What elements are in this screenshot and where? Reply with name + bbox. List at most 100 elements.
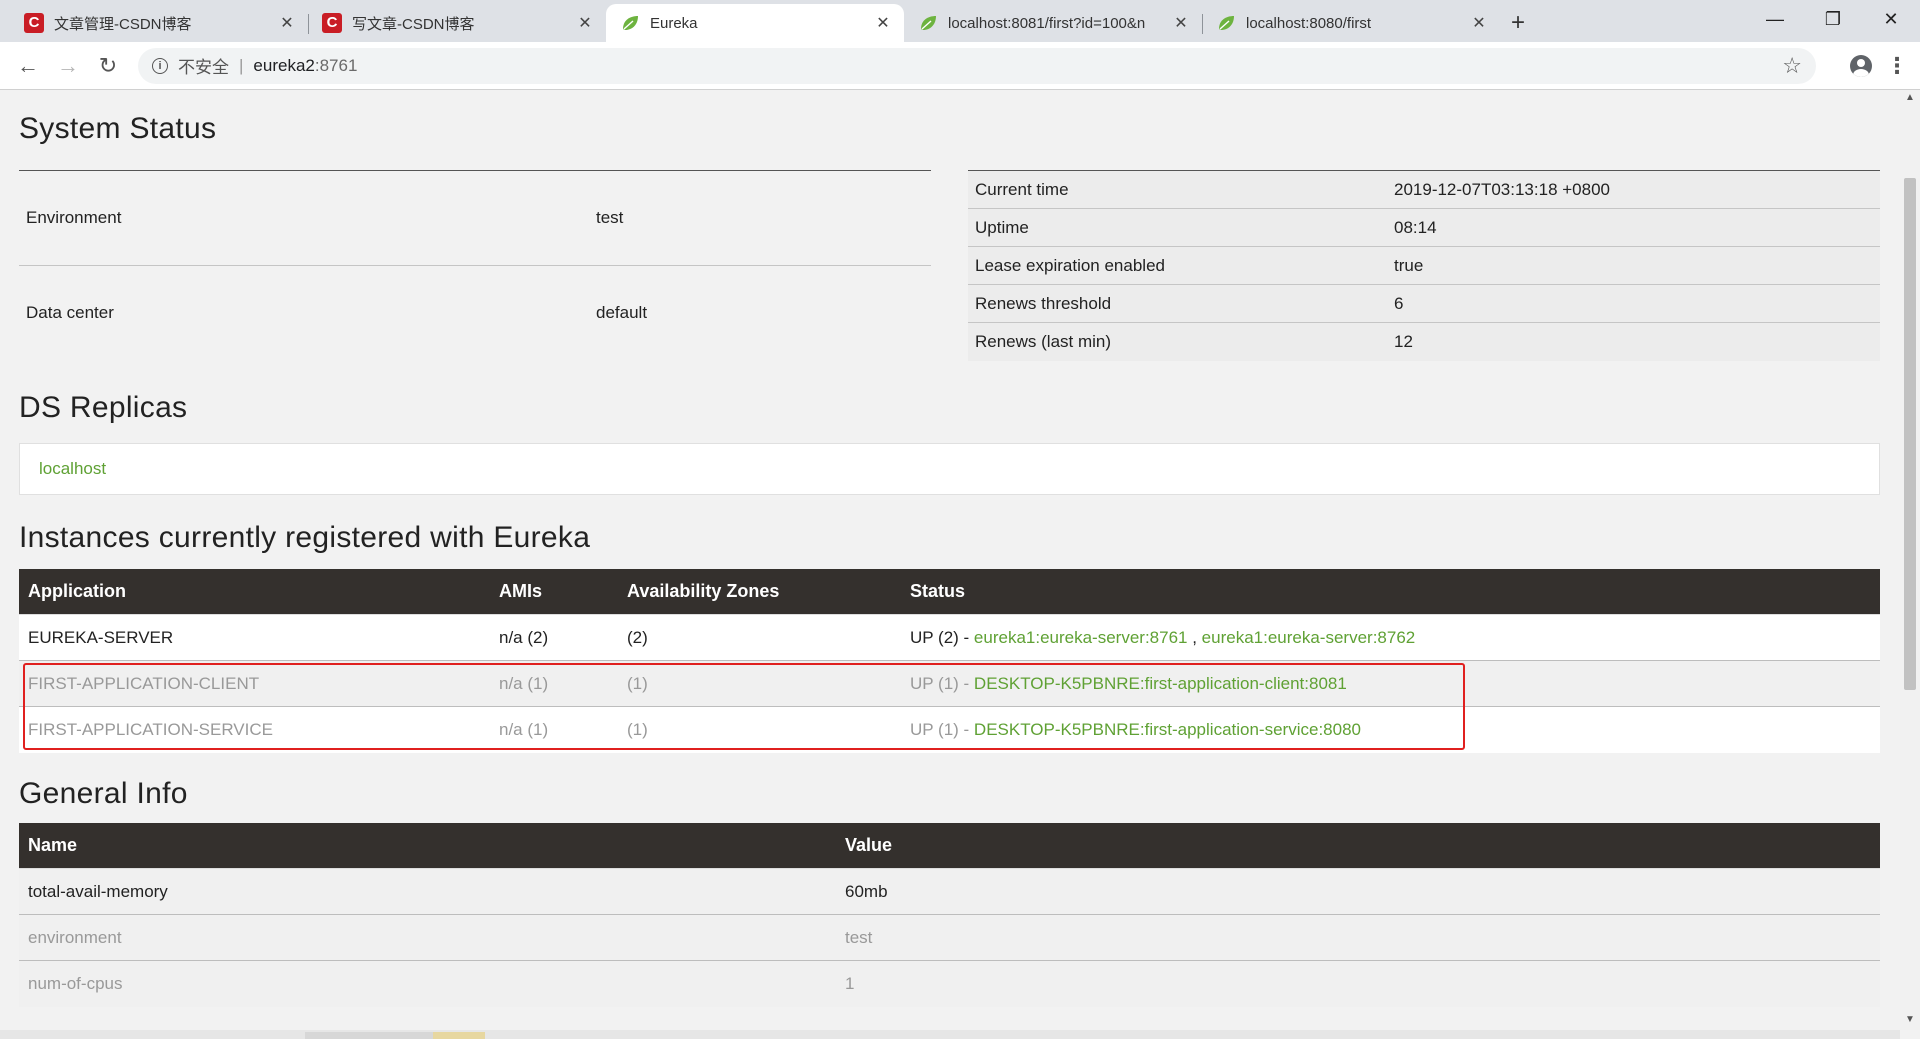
- tab-title: localhost:8080/first: [1246, 14, 1372, 32]
- forward-arrow-icon[interactable]: →: [48, 46, 88, 86]
- tab-title: 写文章-CSDN博客: [352, 15, 475, 33]
- minimize-icon[interactable]: —: [1746, 0, 1804, 38]
- tab-localhost-8081[interactable]: localhost:8081/first?id=100&n ✕: [904, 4, 1202, 42]
- instance-link[interactable]: DESKTOP-K5PBNRE:first-application-client…: [974, 674, 1347, 693]
- column-header: AMIs: [490, 568, 618, 615]
- status-key: Renews threshold: [968, 284, 1387, 323]
- status-key: Lease expiration enabled: [968, 246, 1387, 285]
- back-arrow-icon[interactable]: ←: [8, 46, 48, 86]
- zones-value: (1): [618, 660, 901, 707]
- table-row: num-of-cpus 1: [19, 960, 1880, 1007]
- scrollbar-thumb[interactable]: [305, 1032, 435, 1039]
- table-row: environment test: [19, 914, 1880, 961]
- status-cell: UP (1) - DESKTOP-K5PBNRE:first-applicati…: [901, 660, 1880, 707]
- address-bar[interactable]: i 不安全 | eureka2:8761 ☆: [138, 47, 1816, 84]
- info-name: environment: [19, 914, 836, 961]
- system-status-right-table: Current time 2019-12-07T03:13:18 +0800 U…: [968, 170, 1880, 361]
- url-separator: |: [239, 55, 244, 75]
- horizontal-scrollbar[interactable]: [0, 1030, 1900, 1039]
- status-value: true: [1387, 246, 1880, 285]
- table-row: Current time 2019-12-07T03:13:18 +0800: [968, 170, 1880, 209]
- spring-leaf-icon: [1216, 13, 1236, 33]
- table-row: Uptime 08:14: [968, 208, 1880, 247]
- general-info-title: General Info: [19, 776, 188, 810]
- tab-write-article[interactable]: C 写文章-CSDN博客 ✕: [308, 4, 606, 42]
- instance-link[interactable]: DESKTOP-K5PBNRE:first-application-servic…: [974, 720, 1361, 739]
- restore-icon[interactable]: ❐: [1804, 0, 1862, 38]
- tab-title: Eureka: [650, 14, 698, 32]
- close-icon[interactable]: ✕: [576, 13, 594, 33]
- vertical-scrollbar[interactable]: ▲ ▼: [1900, 90, 1920, 1030]
- table-row: Renews (last min) 12: [968, 322, 1880, 361]
- amis-value: n/a (1): [490, 660, 618, 707]
- general-info-table: Name Value total-avail-memory 60mb envir…: [19, 822, 1880, 1007]
- status-value: 08:14: [1387, 208, 1880, 247]
- menu-dots-icon[interactable]: ⋮: [1882, 53, 1912, 79]
- link-separator: ,: [1187, 627, 1202, 647]
- account-icon[interactable]: [1850, 54, 1872, 77]
- amis-value: n/a (2): [490, 614, 618, 661]
- scroll-down-arrow-icon[interactable]: ▼: [1900, 1014, 1920, 1030]
- page-viewport: System Status Environment test Data cent…: [0, 90, 1900, 1030]
- close-icon[interactable]: ✕: [1172, 13, 1190, 33]
- csdn-icon: C: [322, 13, 342, 33]
- status-key: Current time: [968, 170, 1387, 209]
- application-name: EUREKA-SERVER: [19, 614, 490, 661]
- scrollbar-thumb[interactable]: [1904, 178, 1916, 690]
- system-status-section: Environment test Data center default Cur…: [19, 170, 1880, 361]
- bookmark-star-icon[interactable]: ☆: [1782, 53, 1802, 79]
- system-status-title: System Status: [19, 112, 217, 145]
- instance-link[interactable]: eureka1:eureka-server:8761: [974, 628, 1188, 647]
- status-value: default: [589, 265, 931, 361]
- table-row: FIRST-APPLICATION-SERVICE n/a (1) (1) UP…: [19, 706, 1880, 753]
- ds-replicas-title: DS Replicas: [19, 390, 188, 424]
- table-header-row: Application AMIs Availability Zones Stat…: [19, 568, 1880, 615]
- instances-table: Application AMIs Availability Zones Stat…: [19, 568, 1880, 753]
- tab-strip: C 文章管理-CSDN博客 ✕ C 写文章-CSDN博客 ✕ Eureka ✕ …: [0, 0, 1920, 42]
- tab-title: localhost:8081/first?id=100&n: [948, 14, 1146, 32]
- status-cell: UP (2) - eureka1:eureka-server:8761 , eu…: [901, 614, 1880, 661]
- browser-toolbar: ← → ↻ i 不安全 | eureka2:8761 ☆ ⋮: [0, 42, 1920, 90]
- info-value: 1: [836, 960, 1880, 1007]
- table-row: Renews threshold 6: [968, 284, 1880, 323]
- column-header: Name: [19, 822, 836, 869]
- table-row: Data center default: [19, 265, 931, 361]
- spring-leaf-icon: [620, 13, 640, 33]
- tab-title: 文章管理-CSDN博客: [54, 15, 192, 33]
- column-header: Value: [836, 822, 1880, 869]
- column-header: Status: [901, 568, 1880, 615]
- application-name: FIRST-APPLICATION-CLIENT: [19, 660, 490, 707]
- close-icon[interactable]: ✕: [874, 13, 892, 33]
- table-row: EUREKA-SERVER n/a (2) (2) UP (2) - eurek…: [19, 614, 1880, 661]
- reload-icon[interactable]: ↻: [88, 46, 128, 86]
- table-row: FIRST-APPLICATION-CLIENT n/a (1) (1) UP …: [19, 660, 1880, 707]
- table-header-row: Name Value: [19, 822, 1880, 869]
- status-key: Environment: [19, 170, 589, 266]
- info-name: total-avail-memory: [19, 868, 836, 915]
- status-prefix: UP (2) -: [910, 627, 974, 647]
- instance-link[interactable]: eureka1:eureka-server:8762: [1202, 628, 1416, 647]
- zones-value: (1): [618, 706, 901, 753]
- tab-article-manage[interactable]: C 文章管理-CSDN博客 ✕: [10, 4, 308, 42]
- tab-localhost-8080[interactable]: localhost:8080/first ✕: [1202, 4, 1500, 42]
- status-key: Data center: [19, 265, 589, 361]
- spring-leaf-icon: [918, 13, 938, 33]
- status-value: 6: [1387, 284, 1880, 323]
- new-tab-button[interactable]: +: [1500, 4, 1536, 42]
- status-value: 12: [1387, 322, 1880, 361]
- instances-title: Instances currently registered with Eure…: [19, 520, 591, 554]
- close-icon[interactable]: ✕: [1470, 13, 1488, 33]
- url-host: eureka2: [253, 55, 315, 75]
- system-status-left-table: Environment test Data center default: [19, 170, 931, 361]
- info-icon[interactable]: i: [152, 57, 168, 74]
- zones-value: (2): [618, 614, 901, 661]
- ds-replicas-list: localhost: [19, 442, 1880, 495]
- close-icon[interactable]: ✕: [278, 13, 296, 33]
- eureka-dashboard: System Status Environment test Data cent…: [0, 90, 1880, 1007]
- window-controls: — ❐ ✕: [1746, 0, 1920, 38]
- info-name: num-of-cpus: [19, 960, 836, 1007]
- close-window-icon[interactable]: ✕: [1862, 0, 1920, 38]
- replica-link[interactable]: localhost: [39, 459, 106, 479]
- tab-eureka[interactable]: Eureka ✕: [606, 4, 904, 42]
- scroll-up-arrow-icon[interactable]: ▲: [1900, 92, 1920, 108]
